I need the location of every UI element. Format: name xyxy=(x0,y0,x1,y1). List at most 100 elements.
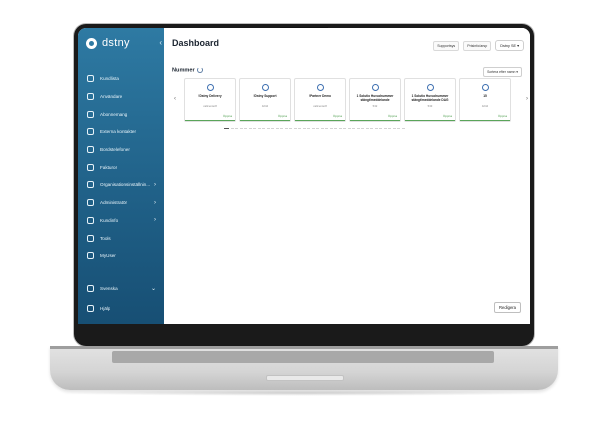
pagination-dot[interactable] xyxy=(262,128,265,129)
card-subtitle: 4244 xyxy=(481,104,489,108)
number-card[interactable]: !Dstny Support 4244 Öppna xyxy=(239,78,291,122)
support-chip[interactable]: Supportsys xyxy=(433,40,460,51)
trackpad xyxy=(266,375,344,381)
pagination-dot[interactable] xyxy=(253,128,256,129)
pagination-dot[interactable] xyxy=(379,128,382,129)
card-open-link[interactable]: Öppna xyxy=(388,114,397,118)
card-subtitle: 4244 xyxy=(261,104,269,108)
sidebar-collapse-button[interactable]: ‹ xyxy=(159,38,162,47)
pagination-dot[interactable] xyxy=(325,128,328,129)
phone-number-icon xyxy=(262,84,269,91)
pagination-dot[interactable] xyxy=(239,128,243,129)
card-open-link[interactable]: Öppna xyxy=(443,114,452,118)
card-accent-bar xyxy=(185,119,235,121)
pagination-dot[interactable] xyxy=(397,128,400,129)
pagination-dot[interactable] xyxy=(383,128,387,129)
card-title: 15 xyxy=(483,94,487,98)
number-card[interactable]: 1 Solutio Huvudnummer stängt/meddelande 5… xyxy=(349,78,401,122)
pagination-dot[interactable] xyxy=(370,128,373,129)
card-accent-bar xyxy=(350,119,400,121)
flag-icon xyxy=(87,284,94,292)
number-card[interactable]: !Dstny Delivery callcenter8 Öppna xyxy=(184,78,236,122)
pagination-dot[interactable] xyxy=(298,128,301,129)
sidebar-item-0[interactable]: Kundlista xyxy=(78,70,164,88)
number-card[interactable]: 1 Solutio Huvudnummer stängt/meddelande … xyxy=(404,78,456,122)
card-open-link[interactable]: Öppna xyxy=(333,114,342,118)
number-card[interactable]: !Partner Demo callcenter8 Öppna xyxy=(294,78,346,122)
sidebar-item-bottom-1[interactable]: Hjälp xyxy=(78,298,164,318)
pagination-dot[interactable] xyxy=(293,128,297,129)
pagination-dot[interactable] xyxy=(230,128,234,129)
chevron-right-icon: › xyxy=(154,181,156,188)
sidebar-item-label: Externa kontakter xyxy=(100,129,137,135)
pagination-dot[interactable] xyxy=(266,128,270,129)
tools-icon xyxy=(87,234,94,242)
pagination-dot[interactable] xyxy=(311,128,315,129)
invoice-icon xyxy=(87,163,94,171)
sidebar-item-2[interactable]: Abonnemang xyxy=(78,105,164,123)
sidebar-item-6[interactable]: Organisationsinställnin... › xyxy=(78,176,164,194)
pricing-chip[interactable]: Prisinfo/arsp xyxy=(463,40,492,51)
card-accent-bar xyxy=(295,119,345,121)
pagination-dot[interactable] xyxy=(257,128,261,129)
sidebar-item-4[interactable]: Bordstelefoner xyxy=(78,141,164,159)
pagination-dot[interactable] xyxy=(388,128,391,129)
pagination-dot[interactable] xyxy=(235,128,238,129)
card-open-link[interactable]: Öppna xyxy=(498,114,507,118)
pagination-dot[interactable] xyxy=(302,128,306,129)
pagination-dot[interactable] xyxy=(338,128,342,129)
account-dropdown[interactable]: Dstny SE ▾ xyxy=(495,40,524,51)
admin-icon xyxy=(87,199,94,207)
page-title: Dashboard xyxy=(172,38,220,48)
pagination-dot[interactable] xyxy=(248,128,252,129)
pagination-dot[interactable] xyxy=(361,128,364,129)
pagination-dot[interactable] xyxy=(316,128,319,129)
pagination-dot[interactable] xyxy=(289,128,292,129)
pagination-dot[interactable] xyxy=(320,128,324,129)
carousel-next-icon[interactable]: › xyxy=(526,96,528,102)
pagination-dot[interactable] xyxy=(334,128,337,129)
pagination-dot[interactable] xyxy=(271,128,274,129)
laptop-lid: dstny ‹ Kundlista Användare Abonnemang Exte… xyxy=(74,24,534,346)
pagination-dot[interactable] xyxy=(224,128,229,129)
sidebar-item-10[interactable]: MyUser xyxy=(78,247,164,265)
card-open-link[interactable]: Öppna xyxy=(278,114,287,118)
sidebar-item-7[interactable]: Administratör › xyxy=(78,194,164,212)
sidebar-item-bottom-0[interactable]: Svenska ⌄ xyxy=(78,278,164,298)
pagination-dot[interactable] xyxy=(329,128,333,129)
sidebar-item-3[interactable]: Externa kontakter xyxy=(78,123,164,141)
sidebar-item-8[interactable]: Kundinfo › xyxy=(78,212,164,230)
pagination-dot[interactable] xyxy=(356,128,360,129)
pagination-dot[interactable] xyxy=(352,128,355,129)
pagination-dot[interactable] xyxy=(284,128,288,129)
pagination-dot[interactable] xyxy=(307,128,310,129)
pagination-dot[interactable] xyxy=(343,128,346,129)
app-window: dstny ‹ Kundlista Användare Abonnemang Exte… xyxy=(78,28,530,324)
sidebar-item-label: Kundlista xyxy=(100,76,119,82)
card-open-link[interactable]: Öppna xyxy=(223,114,232,118)
sidebar-item-1[interactable]: Användare xyxy=(78,88,164,106)
pagination-dot[interactable] xyxy=(365,128,369,129)
card-title: !Partner Demo xyxy=(309,94,331,98)
section-title-text: Nummer xyxy=(172,67,195,74)
number-card[interactable]: 15 4244 Öppna xyxy=(459,78,511,122)
edit-button[interactable]: Redigera xyxy=(494,302,521,313)
pagination-dot[interactable] xyxy=(401,128,405,129)
list-icon xyxy=(87,75,94,83)
pagination-dot[interactable] xyxy=(280,128,283,129)
sidebar-item-5[interactable]: Fakturor xyxy=(78,158,164,176)
refresh-icon[interactable] xyxy=(196,67,203,73)
pagination-dot[interactable] xyxy=(392,128,396,129)
pagination-dot[interactable] xyxy=(347,128,351,129)
phone-number-icon xyxy=(372,84,379,91)
sidebar-item-9[interactable]: Tools xyxy=(78,229,164,247)
carousel-prev-icon[interactable]: ‹ xyxy=(174,96,176,102)
sidebar-item-label: Fakturor xyxy=(100,164,118,170)
pagination-dot[interactable] xyxy=(244,128,247,129)
brand[interactable]: dstny xyxy=(86,37,130,49)
pagination-dot[interactable] xyxy=(374,128,378,129)
card-accent-bar xyxy=(460,119,510,121)
sort-select[interactable]: Sortera efter namn ▾ xyxy=(483,67,522,77)
pagination-dot[interactable] xyxy=(275,128,279,129)
laptop-base xyxy=(50,346,558,390)
